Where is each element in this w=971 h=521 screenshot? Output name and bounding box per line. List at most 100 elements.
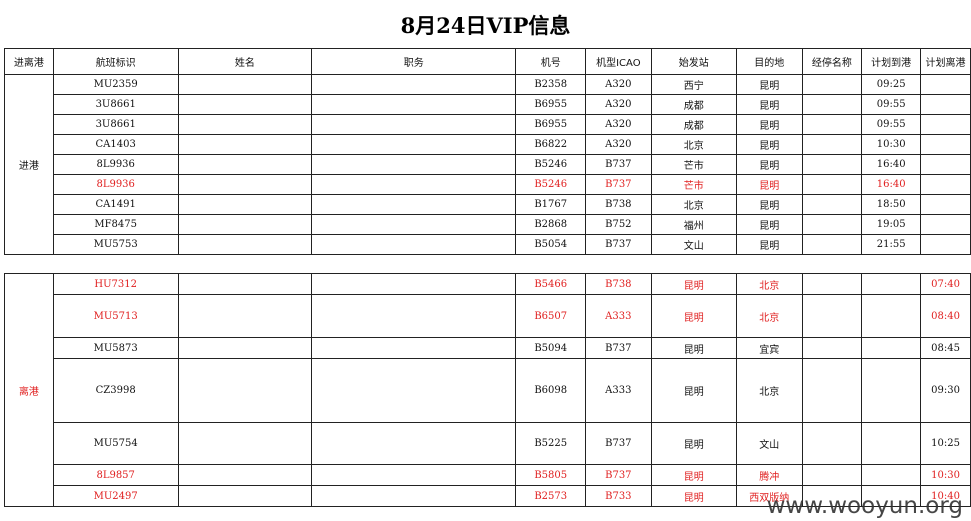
- origin: 成都: [650, 114, 737, 135]
- aircraft-type: A320: [584, 94, 652, 115]
- flight-id: 8L9936: [52, 174, 179, 195]
- origin: 昆明: [650, 464, 737, 486]
- destination: 昆明: [735, 134, 803, 155]
- scheduled-departure: [920, 114, 971, 135]
- flight-id: MF8475: [52, 214, 179, 235]
- scheduled-arrival: 18:50: [861, 194, 922, 215]
- stopover: [801, 234, 863, 255]
- flight-id: HU7312: [52, 273, 179, 295]
- scheduled-departure: [920, 194, 971, 215]
- flight-id: MU5873: [52, 337, 179, 359]
- destination: 昆明: [735, 154, 803, 175]
- aircraft-type: B737: [584, 337, 652, 359]
- name-cell: [177, 114, 313, 135]
- stopover: [801, 337, 863, 359]
- name-cell: [177, 214, 313, 235]
- flight-id: 8L9857: [52, 464, 179, 486]
- flight-id: MU5754: [52, 422, 179, 465]
- registration: B5225: [515, 422, 586, 465]
- aircraft-type: A320: [584, 134, 652, 155]
- position-cell: [311, 294, 517, 338]
- aircraft-type: B737: [584, 422, 652, 465]
- column-header: 航班标识: [52, 48, 179, 75]
- position-cell: [311, 74, 517, 95]
- table-row: CA1403 B6822 A320 北京 昆明 10:30: [5, 134, 971, 155]
- position-cell: [311, 94, 517, 115]
- scheduled-departure: [920, 234, 971, 255]
- table-row: MU5754 B5225 B737 昆明 文山 10:25: [5, 422, 971, 465]
- name-cell: [177, 464, 313, 486]
- position-cell: [311, 337, 517, 359]
- destination: 宜宾: [735, 337, 803, 359]
- watermark: www.wooyun.org: [766, 493, 963, 519]
- stopover: [801, 464, 863, 486]
- position-cell: [311, 485, 517, 507]
- position-cell: [311, 273, 517, 295]
- scheduled-departure: [920, 154, 971, 175]
- table-row: MU5753 B5054 B737 文山 昆明 21:55: [5, 234, 971, 255]
- position-cell: [311, 422, 517, 465]
- origin: 福州: [650, 214, 737, 235]
- origin: 文山: [650, 234, 737, 255]
- registration: B5466: [515, 273, 586, 295]
- flight-id: 3U8661: [52, 114, 179, 135]
- registration: B6507: [515, 294, 586, 338]
- destination: 昆明: [735, 74, 803, 95]
- scheduled-departure: 10:30: [920, 464, 971, 486]
- column-header: 进离港: [4, 48, 54, 75]
- table-row: 8L9936 B5246 B737 芒市 昆明 16:40: [5, 174, 971, 195]
- name-cell: [177, 194, 313, 215]
- column-header: 机号: [515, 48, 586, 75]
- table-row: CZ3998 B6098 A333 昆明 北京 09:30: [5, 358, 971, 423]
- scheduled-arrival: 21:55: [861, 234, 922, 255]
- stopover: [801, 134, 863, 155]
- name-cell: [177, 154, 313, 175]
- scheduled-departure: [920, 94, 971, 115]
- destination: 昆明: [735, 94, 803, 115]
- scheduled-arrival: 10:30: [861, 134, 922, 155]
- scheduled-arrival: 09:25: [861, 74, 922, 95]
- name-cell: [177, 134, 313, 155]
- origin: 芒市: [650, 154, 737, 175]
- registration: B6955: [515, 94, 586, 115]
- flight-id: MU2359: [52, 74, 179, 95]
- destination: 北京: [735, 358, 803, 423]
- name-cell: [177, 174, 313, 195]
- direction-label: 离港: [4, 273, 54, 507]
- column-header: 计划到港: [861, 48, 922, 75]
- column-header: 计划离港: [920, 48, 971, 75]
- flight-id: MU2497: [52, 485, 179, 507]
- scheduled-arrival: [861, 464, 922, 486]
- registration: B2573: [515, 485, 586, 507]
- scheduled-departure: 08:40: [920, 294, 971, 338]
- origin: 西宁: [650, 74, 737, 95]
- stopover: [801, 358, 863, 423]
- position-cell: [311, 114, 517, 135]
- aircraft-type: B737: [584, 154, 652, 175]
- registration: B5054: [515, 234, 586, 255]
- origin: 昆明: [650, 337, 737, 359]
- registration: B5094: [515, 337, 586, 359]
- name-cell: [177, 74, 313, 95]
- registration: B6822: [515, 134, 586, 155]
- scheduled-arrival: [861, 422, 922, 465]
- registration: B2358: [515, 74, 586, 95]
- table-row: MU5873 B5094 B737 昆明 宜宾 08:45: [5, 337, 971, 359]
- scheduled-arrival: [861, 358, 922, 423]
- name-cell: [177, 337, 313, 359]
- aircraft-type: A320: [584, 74, 652, 95]
- direction-label: 进港: [4, 74, 54, 255]
- column-header: 经停名称: [801, 48, 863, 75]
- origin: 芒市: [650, 174, 737, 195]
- position-cell: [311, 154, 517, 175]
- flight-id: MU5753: [52, 234, 179, 255]
- stopover: [801, 194, 863, 215]
- scheduled-arrival: 09:55: [861, 114, 922, 135]
- aircraft-type: B738: [584, 194, 652, 215]
- table-row: MU5713 B6507 A333 昆明 北京 08:40: [5, 294, 971, 338]
- page-title: 8月24日VIP信息: [400, 13, 571, 38]
- destination: 文山: [735, 422, 803, 465]
- scheduled-departure: 07:40: [920, 273, 971, 295]
- aircraft-type: A333: [584, 294, 652, 338]
- scheduled-arrival: 19:05: [861, 214, 922, 235]
